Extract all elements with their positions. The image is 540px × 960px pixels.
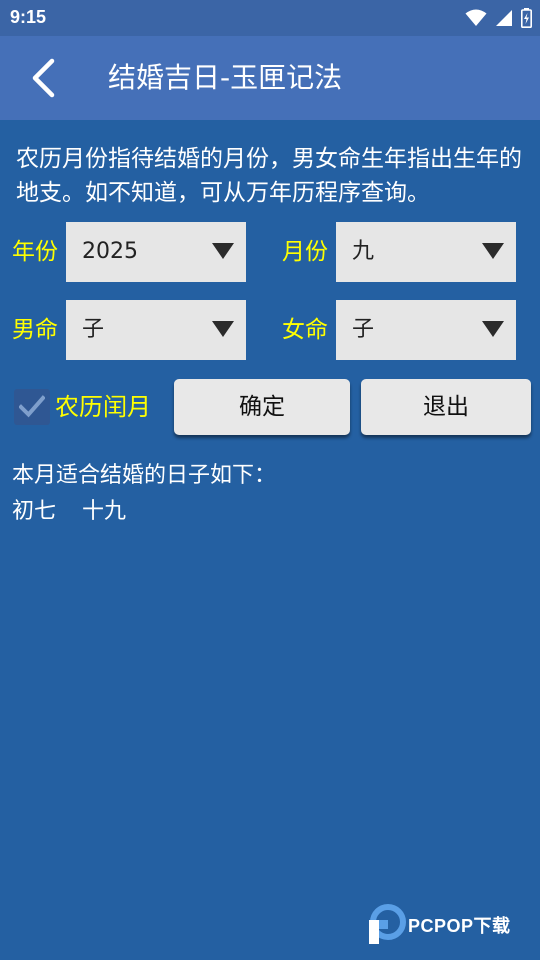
status-bar: 9:15 bbox=[0, 0, 540, 36]
confirm-button[interactable]: 确定 bbox=[174, 379, 350, 435]
male-select[interactable]: 子 bbox=[66, 300, 246, 360]
female-value: 子 bbox=[352, 317, 375, 342]
back-button[interactable] bbox=[18, 52, 68, 104]
watermark: PCPOP下载 bbox=[366, 904, 536, 948]
status-time: 9:15 bbox=[10, 7, 47, 27]
year-select[interactable]: 2025 bbox=[66, 222, 246, 282]
leap-month-checkbox[interactable] bbox=[14, 389, 50, 425]
page-title: 结婚吉日-玉匣记法 bbox=[108, 61, 343, 94]
watermark-text: PCPOP下载 bbox=[408, 916, 511, 936]
app-bar: 结婚吉日-玉匣记法 bbox=[0, 36, 540, 120]
status-icons bbox=[465, 7, 532, 29]
dropdown-arrow-icon bbox=[482, 321, 504, 337]
male-label: 男命 bbox=[12, 317, 58, 343]
signal-icon bbox=[496, 10, 512, 26]
battery-icon bbox=[521, 8, 532, 28]
dropdown-arrow-icon bbox=[212, 243, 234, 259]
intro-text: 农历月份指待结婚的月份，男女命生年指出生年的地支。如不知道，可从万年历程序查询。 bbox=[16, 146, 522, 206]
month-value: 九 bbox=[352, 239, 375, 264]
dropdown-arrow-icon bbox=[482, 243, 504, 259]
result-day: 十九 bbox=[82, 499, 127, 524]
leap-month-label[interactable]: 农历闰月 bbox=[55, 391, 151, 423]
wifi-icon bbox=[465, 9, 487, 26]
female-label: 女命 bbox=[282, 317, 328, 343]
result-days: 初七 十九 bbox=[12, 497, 126, 527]
year-value: 2025 bbox=[82, 239, 138, 264]
pcpop-logo-icon bbox=[369, 904, 406, 944]
month-select[interactable]: 九 bbox=[336, 222, 516, 282]
result-title: 本月适合结婚的日子如下： bbox=[12, 463, 277, 488]
year-label: 年份 bbox=[12, 239, 58, 265]
male-value: 子 bbox=[82, 317, 105, 342]
dropdown-arrow-icon bbox=[212, 321, 234, 337]
chevron-left-icon bbox=[32, 58, 55, 98]
month-label: 月份 bbox=[282, 239, 328, 265]
checkmark-icon bbox=[19, 395, 45, 418]
exit-button[interactable]: 退出 bbox=[361, 379, 531, 435]
female-select[interactable]: 子 bbox=[336, 300, 516, 360]
result-day: 初七 bbox=[12, 499, 57, 524]
